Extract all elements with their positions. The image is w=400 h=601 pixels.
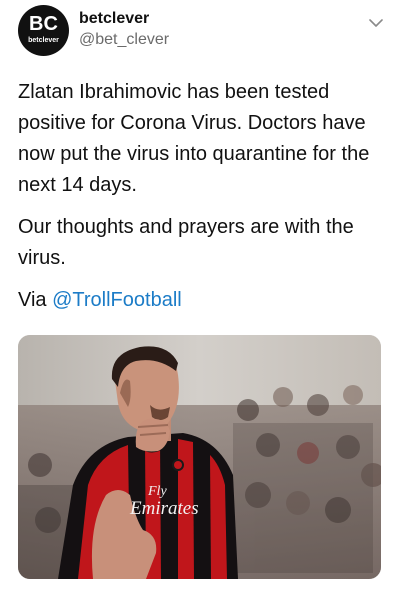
avatar-logo-mark: BC: [29, 13, 58, 35]
via-prefix: Via: [18, 289, 53, 311]
tweet-photo[interactable]: Fly Emirates: [18, 335, 381, 579]
avatar-logo-subtext: betclever: [28, 37, 59, 44]
tweet-body: Zlatan Ibrahimovic has been tested posit…: [18, 77, 388, 316]
tweet-header: BC betclever betclever @bet_clever: [18, 4, 384, 56]
tweet-paragraph-2: Our thoughts and prayers are with the vi…: [18, 216, 354, 269]
chevron-down-icon[interactable]: [368, 15, 384, 27]
tweet-paragraph-1: Zlatan Ibrahimovic has been tested posit…: [18, 81, 370, 196]
shirt-sponsor-line-1: Fly: [147, 484, 167, 499]
shirt-sponsor-line-2: Emirates: [129, 498, 199, 519]
tweet-via-line: Via @TrollFootball: [18, 285, 388, 316]
author-display-name[interactable]: betclever: [79, 10, 149, 28]
avatar[interactable]: BC betclever: [18, 5, 69, 56]
author-handle[interactable]: @bet_clever: [79, 31, 169, 49]
player-photo-illustration: Fly Emirates: [18, 335, 381, 579]
via-mention-link[interactable]: @TrollFootball: [52, 289, 182, 311]
